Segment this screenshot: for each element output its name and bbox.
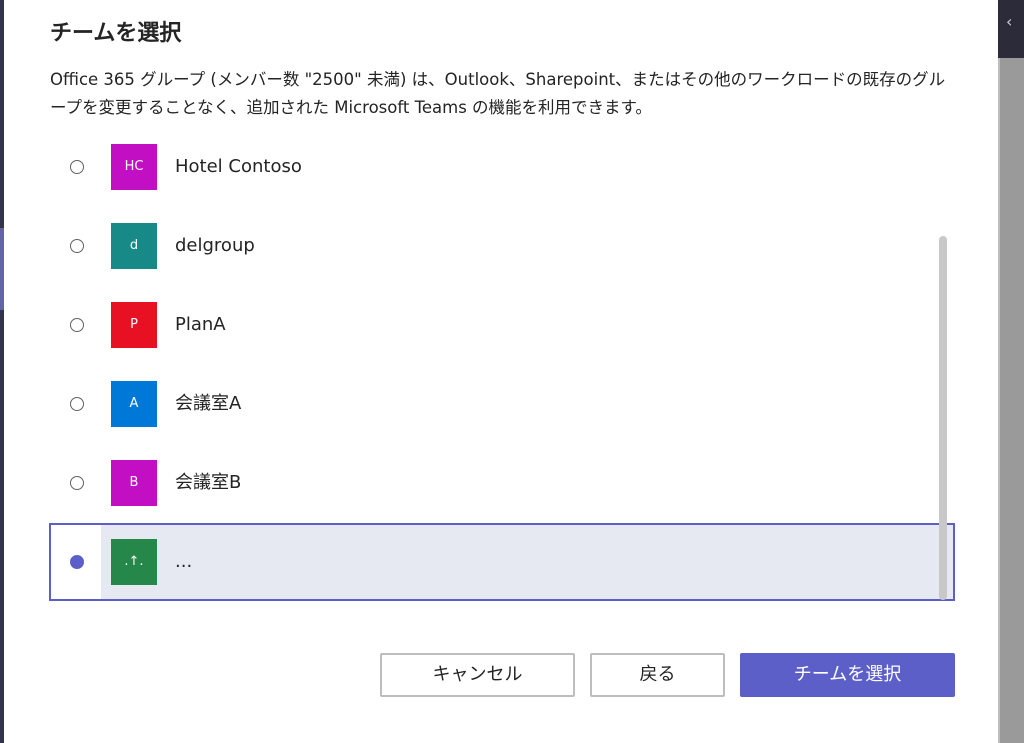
team-radio-button[interactable] <box>70 397 84 411</box>
team-row[interactable]: d delgroup <box>49 207 955 285</box>
team-radio-button[interactable] <box>70 239 84 253</box>
team-row[interactable]: P PlanA <box>49 286 955 364</box>
dialog-title: チームを選択 <box>50 21 182 46</box>
team-name: Hotel Contoso <box>175 156 302 177</box>
back-chevron-icon: ‹ <box>1006 12 1013 31</box>
team-avatar: d <box>111 223 157 269</box>
screen: ‹ チームを選択 Office 365 グループ (メンバー数 "2500" 未… <box>0 0 1024 743</box>
cancel-button[interactable]: キャンセル <box>380 653 575 697</box>
team-row[interactable]: .↑.... <box>49 523 955 601</box>
dialog-description: Office 365 グループ (メンバー数 "2500" 未満) は、Outl… <box>50 70 946 117</box>
team-row[interactable]: HC Hotel Contoso <box>49 128 955 206</box>
team-avatar: B <box>111 460 157 506</box>
team-name: 会議室A <box>175 393 242 414</box>
back-button[interactable]: 戻る <box>590 653 725 697</box>
team-avatar: HC <box>111 144 157 190</box>
team-row[interactable]: B 会議室B <box>49 444 955 522</box>
app-backdrop-right <box>998 0 1024 743</box>
team-radio-button[interactable] <box>70 160 84 174</box>
team-list: HC Hotel Contoso d delgroup P PlanA A 会議室A B 会議室B… <box>49 128 955 604</box>
team-radio-button[interactable] <box>70 555 84 569</box>
team-name: PlanA <box>175 314 226 335</box>
team-avatar: P <box>111 302 157 348</box>
select-team-dialog: チームを選択 Office 365 グループ (メンバー数 "2500" 未満)… <box>4 0 998 743</box>
team-avatar: A <box>111 381 157 427</box>
team-name: ... <box>175 551 193 572</box>
team-avatar: .↑. <box>111 539 157 585</box>
dialog-shadow-edge <box>998 0 1000 743</box>
team-row[interactable]: A 会議室A <box>49 365 955 443</box>
team-name: delgroup <box>175 235 255 256</box>
team-list-scrollbar[interactable] <box>939 236 947 600</box>
team-radio-button[interactable] <box>70 476 84 490</box>
team-radio-button[interactable] <box>70 318 84 332</box>
select-team-button[interactable]: チームを選択 <box>740 653 955 697</box>
team-name: 会議室B <box>175 472 242 493</box>
